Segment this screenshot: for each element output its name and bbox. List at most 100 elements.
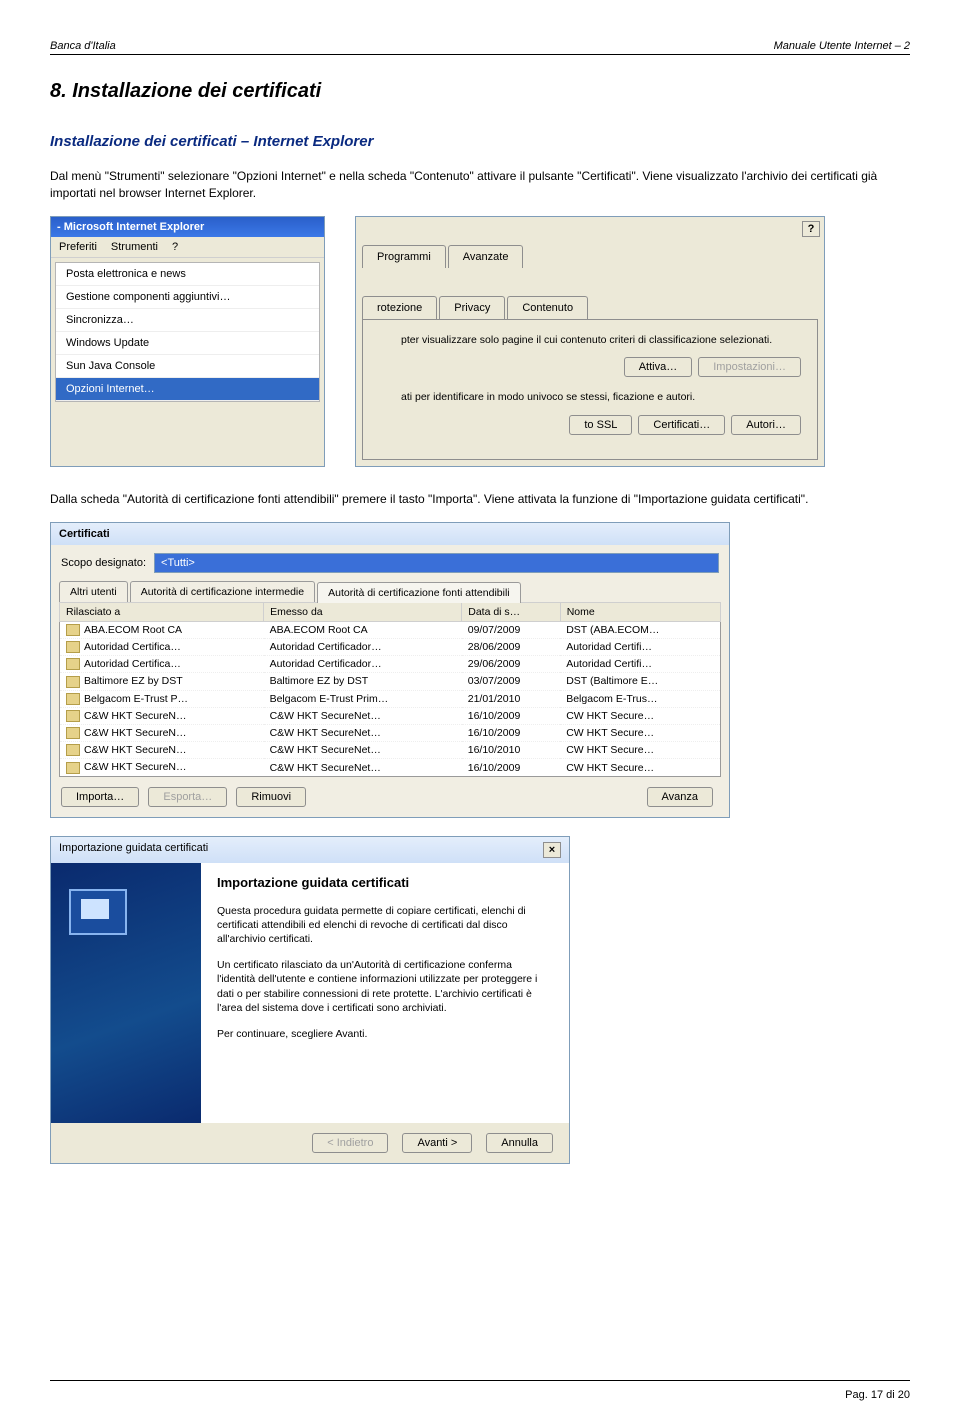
rimuovi-button[interactable]: Rimuovi [236,787,306,807]
scope-select[interactable]: <Tutti> [154,553,719,573]
table-cell: CW HKT Secure… [560,759,720,776]
dd-sun-java[interactable]: Sun Java Console [56,355,319,378]
table-cell: C&W HKT SecureNet… [264,707,462,724]
table-cell: 29/06/2009 [462,656,560,673]
impostazioni-button[interactable]: Impostazioni… [698,357,801,377]
table-cell: Baltimore EZ by DST [60,673,264,690]
table-cell: CW HKT Secure… [560,724,720,741]
table-row[interactable]: Autoridad Certifica…Autoridad Certificad… [60,638,721,655]
dd-posta[interactable]: Posta elettronica e news [56,263,319,286]
menu-help[interactable]: ? [172,241,178,253]
table-cell: Autoridad Certifi… [560,656,720,673]
table-row[interactable]: C&W HKT SecureN…C&W HKT SecureNet…16/10/… [60,742,721,759]
wizard-p2: Un certificato rilasciato da un'Autorità… [217,958,553,1015]
avanzate-button[interactable]: Avanza [647,787,714,807]
table-cell: 16/10/2009 [462,724,560,741]
table-cell: CW HKT Secure… [560,742,720,759]
menu-preferiti[interactable]: Preferiti [59,241,97,253]
certificate-row-icon [66,693,80,705]
tab-avanzate[interactable]: Avanzate [448,245,524,268]
table-cell: DST (ABA.ECOM… [560,621,720,638]
page-title: 8. Installazione dei certificati [50,80,910,103]
table-cell: C&W HKT SecureN… [60,759,264,776]
close-icon[interactable]: × [543,842,561,858]
header-left: Banca d'Italia [50,40,116,52]
dd-gestione[interactable]: Gestione componenti aggiuntivi… [56,286,319,309]
paragraph-2: Dalla scheda "Autorità di certificazione… [50,491,910,508]
internet-options-screenshot: ? Programmi Avanzate rotezione Privacy C… [355,216,825,467]
wizard-p1: Questa procedura guidata permette di cop… [217,904,553,947]
table-cell: Baltimore EZ by DST [264,673,462,690]
dd-opzioni-internet[interactable]: Opzioni Internet… [56,378,319,401]
attiva-button[interactable]: Attiva… [624,357,693,377]
table-cell: ABA.ECOM Root CA [264,621,462,638]
header-rule [50,54,910,55]
certificati-button[interactable]: Certificati… [638,415,725,435]
table-cell: Autoridad Certifi… [560,638,720,655]
header-right: Manuale Utente Internet – 2 [774,40,910,52]
footer-rule [50,1380,910,1381]
dd-sincronizza[interactable]: Sincronizza… [56,309,319,332]
opt-text-2: ati per identificare in modo univoco se … [401,391,807,405]
table-row[interactable]: Belgacom E-Trust P…Belgacom E-Trust Prim… [60,690,721,707]
col-rilasciato[interactable]: Rilasciato a [60,602,264,621]
certificate-row-icon [66,744,80,756]
table-cell: C&W HKT SecureNet… [264,724,462,741]
table-cell: 21/01/2010 [462,690,560,707]
back-button[interactable]: < Indietro [312,1133,388,1153]
tab-protezione[interactable]: rotezione [362,296,437,319]
esporta-button[interactable]: Esporta… [148,787,227,807]
wizard-p3: Per continuare, scegliere Avanti. [217,1027,553,1041]
strumenti-dropdown: Posta elettronica e news Gestione compon… [55,262,320,402]
wizard-heading: Importazione guidata certificati [217,875,553,890]
paragraph-1: Dal menù "Strumenti" selezionare "Opzion… [50,168,910,202]
help-button[interactable]: ? [802,221,820,237]
certificate-icon [69,889,127,935]
certificate-row-icon [66,710,80,722]
next-button[interactable]: Avanti > [402,1133,472,1153]
table-cell: CW HKT Secure… [560,707,720,724]
certificate-row-icon [66,762,80,774]
table-cell: Autoridad Certifica… [60,656,264,673]
col-nome[interactable]: Nome [560,602,720,621]
table-row[interactable]: C&W HKT SecureN…C&W HKT SecureNet…16/10/… [60,759,721,776]
tab-privacy[interactable]: Privacy [439,296,505,319]
table-cell: Autoridad Certificador… [264,656,462,673]
table-cell: Belgacom E-Trust Prim… [264,690,462,707]
tab-fonti-attendibili[interactable]: Autorità di certificazione fonti attendi… [317,582,521,603]
tab-contenuto[interactable]: Contenuto [507,296,588,319]
import-wizard-window: Importazione guidata certificati × Impor… [50,836,570,1164]
col-emesso[interactable]: Emesso da [264,602,462,621]
table-row[interactable]: ABA.ECOM Root CAABA.ECOM Root CA09/07/20… [60,621,721,638]
table-row[interactable]: C&W HKT SecureN…C&W HKT SecureNet…16/10/… [60,707,721,724]
section-title: Installazione dei certificati – Internet… [50,133,910,150]
table-row[interactable]: Autoridad Certifica…Autoridad Certificad… [60,656,721,673]
table-cell: C&W HKT SecureN… [60,724,264,741]
table-cell: 16/10/2009 [462,759,560,776]
table-row[interactable]: Baltimore EZ by DSTBaltimore EZ by DST03… [60,673,721,690]
page-number: Pag. 17 di 20 [845,1389,910,1401]
table-cell: C&W HKT SecureN… [60,707,264,724]
col-data[interactable]: Data di s… [462,602,560,621]
table-cell: 16/10/2009 [462,707,560,724]
table-cell: DST (Baltimore E… [560,673,720,690]
autori-button[interactable]: Autori… [731,415,801,435]
cert-window-title: Certificati [51,523,729,545]
table-cell: C&W HKT SecureNet… [264,742,462,759]
dd-windows-update[interactable]: Windows Update [56,332,319,355]
ie-menu-screenshot: - Microsoft Internet Explorer Preferiti … [50,216,325,467]
table-cell: 28/06/2009 [462,638,560,655]
cancel-button[interactable]: Annulla [486,1133,553,1153]
tab-intermedie[interactable]: Autorità di certificazione intermedie [130,581,315,602]
tab-altri-utenti[interactable]: Altri utenti [59,581,128,602]
table-cell: Autoridad Certificador… [264,638,462,655]
table-cell: ABA.ECOM Root CA [60,621,264,638]
table-cell: Autoridad Certifica… [60,638,264,655]
tab-programmi[interactable]: Programmi [362,245,446,268]
importa-button[interactable]: Importa… [61,787,139,807]
ssl-button[interactable]: to SSL [569,415,632,435]
certificate-row-icon [66,641,80,653]
table-row[interactable]: C&W HKT SecureN…C&W HKT SecureNet…16/10/… [60,724,721,741]
wizard-side-graphic [51,863,201,1123]
menu-strumenti[interactable]: Strumenti [111,241,158,253]
